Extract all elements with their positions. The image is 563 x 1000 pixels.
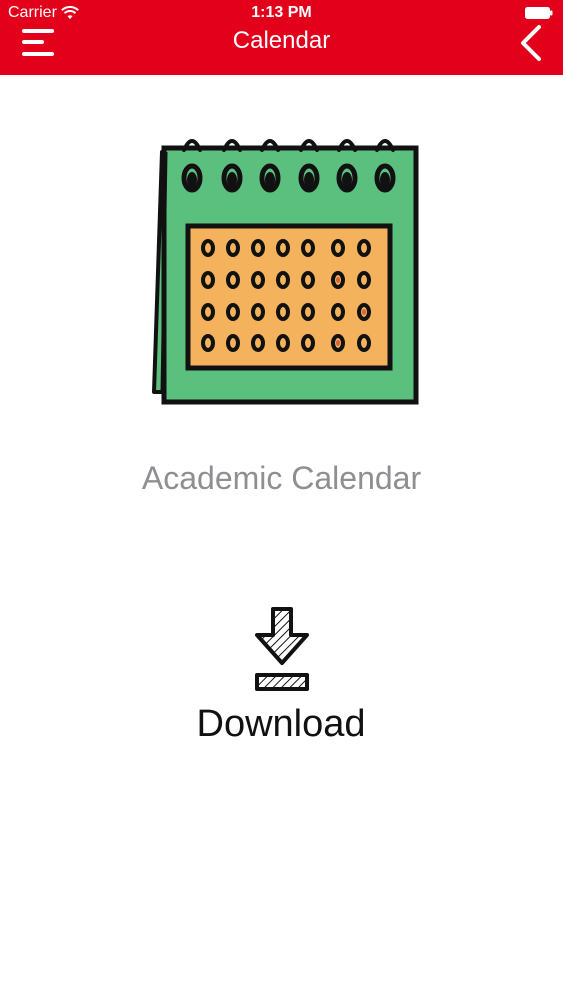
- back-button[interactable]: [517, 24, 545, 62]
- calendar-illustration: [152, 139, 419, 405]
- academic-calendar-label[interactable]: Academic Calendar: [0, 460, 563, 497]
- download-button[interactable]: Download: [181, 605, 381, 750]
- battery-icon: [525, 7, 553, 19]
- screen: Carrier 1:13 PM Calendar Academic Calend…: [0, 0, 563, 1000]
- status-time: 1:13 PM: [251, 4, 312, 21]
- page-title: Calendar: [232, 27, 331, 54]
- chevron-left-icon: [521, 25, 541, 61]
- download-arrow-icon: [255, 607, 309, 691]
- download-label: Download: [196, 703, 366, 745]
- top-bar: Carrier 1:13 PM Calendar: [0, 0, 563, 75]
